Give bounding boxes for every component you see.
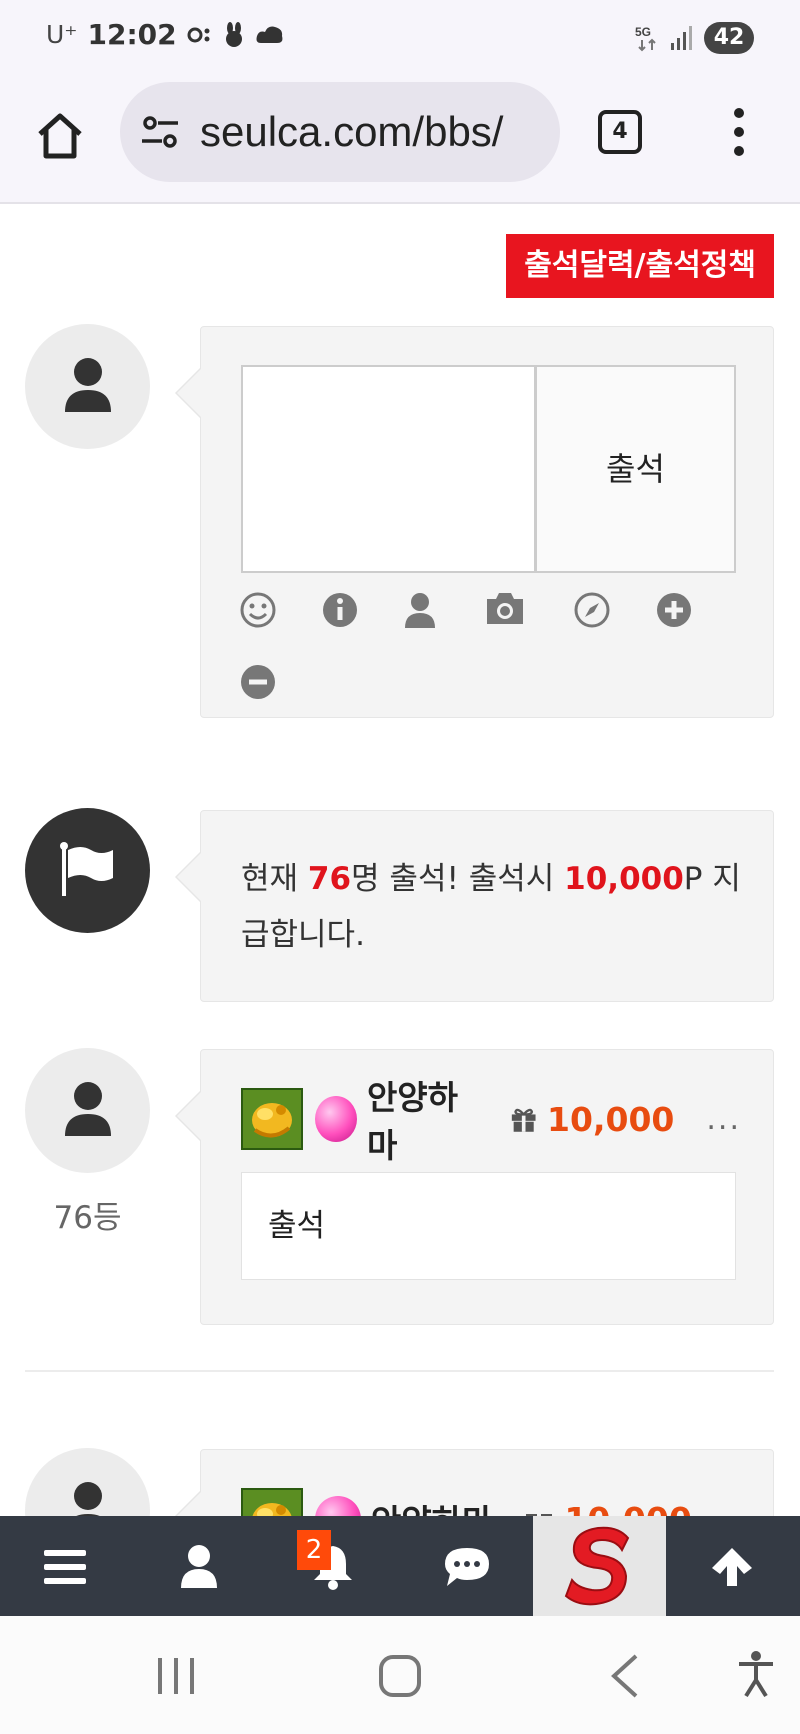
flag-icon xyxy=(60,842,113,896)
bottom-nav: 2 xyxy=(0,1516,800,1616)
user-icon xyxy=(65,358,111,412)
clock: 12:02 xyxy=(87,18,177,51)
notice-middle: 명 출석! 출석시 xyxy=(351,861,565,897)
recent-apps-icon[interactable] xyxy=(156,1656,196,1696)
svg-text:5G: 5G xyxy=(635,25,651,39)
entry-meta: 안양하마 10,000 ... xyxy=(241,1078,741,1165)
status-left: U⁺ 12:02 xyxy=(46,18,285,51)
more-options-icon[interactable] xyxy=(734,108,746,158)
network-5g-icon: 5G xyxy=(635,25,656,52)
tab-switcher-button[interactable]: 4 xyxy=(598,110,642,154)
camera-icon[interactable] xyxy=(483,589,527,627)
level-badge-icon xyxy=(241,1488,303,1516)
notice-prefix: 현재 xyxy=(241,861,308,897)
points-value: 10,000 xyxy=(547,1099,675,1139)
rank-label: 76등 xyxy=(53,1200,122,1236)
notice-avatar xyxy=(25,808,150,933)
site-settings-icon[interactable] xyxy=(140,112,180,152)
signal-icon xyxy=(671,26,692,50)
more-menu-button[interactable]: ... xyxy=(706,1102,741,1137)
entry-avatar xyxy=(25,1048,150,1173)
compass-icon[interactable] xyxy=(573,591,611,629)
gift-icon xyxy=(526,1514,553,1516)
username[interactable]: 안양하마 xyxy=(367,1071,478,1167)
username[interactable]: 안양하마 xyxy=(371,1495,492,1516)
user-icon xyxy=(74,1482,102,1516)
level-badge-icon xyxy=(241,1088,303,1150)
attendance-policy-button[interactable]: 출석달력/출석정책 xyxy=(506,234,774,298)
notice-text: 현재 76명 출석! 출석시 10,000P 지급합니다. xyxy=(241,851,761,963)
home-button[interactable] xyxy=(34,110,86,162)
notifications-button[interactable] xyxy=(266,1516,399,1616)
minus-circle-icon[interactable] xyxy=(239,663,277,701)
attend-submit-button[interactable]: 출석 xyxy=(535,365,736,573)
user-icon xyxy=(181,1545,217,1588)
comment-textarea[interactable] xyxy=(241,365,536,573)
status-right: 5G 42 xyxy=(634,22,754,54)
back-icon[interactable] xyxy=(610,1654,640,1698)
battery-indicator: 42 xyxy=(704,22,754,54)
avatar xyxy=(25,324,150,449)
notice-points: 10,000 xyxy=(564,861,684,897)
arrow-up-icon xyxy=(712,1548,752,1586)
system-nav-bar xyxy=(0,1616,800,1734)
divider xyxy=(25,1370,774,1372)
brand-logo[interactable] xyxy=(533,1516,666,1616)
points-value: 10,000 xyxy=(564,1500,691,1517)
chat-icon xyxy=(445,1548,489,1586)
url-text: seulca.com/bbs/ xyxy=(200,108,504,155)
menu-button[interactable] xyxy=(0,1516,133,1616)
brand-s-icon xyxy=(564,1526,630,1606)
smile-icon[interactable] xyxy=(239,591,277,629)
attendance-entry: 안양하마 10,000 ... 출석 xyxy=(175,1049,774,1325)
status-bar: U⁺ 12:02 5G 42 xyxy=(0,0,800,78)
home-nav-icon[interactable] xyxy=(378,1654,422,1698)
chat-button[interactable] xyxy=(399,1516,532,1616)
attendance-board: 출석달력/출석정책 출석 현재 76명 출석! 출석시 10,000P 지급합니… xyxy=(0,206,800,1516)
entry-meta: 안양하마 10,000 xyxy=(241,1488,741,1516)
url-field[interactable]: seulca.com/bbs/ xyxy=(120,82,560,182)
info-icon[interactable] xyxy=(321,591,359,629)
rabbit-icon xyxy=(225,21,242,47)
accessibility-icon[interactable] xyxy=(736,1650,776,1698)
browser-toolbar: seulca.com/bbs/ 4 xyxy=(0,78,800,204)
entry-avatar xyxy=(25,1448,150,1516)
profile-button[interactable] xyxy=(133,1516,266,1616)
comment-text: 출석 xyxy=(241,1172,736,1280)
carrier-label: U⁺ xyxy=(46,20,78,49)
cloud-icon xyxy=(256,26,283,43)
attendance-count: 76 xyxy=(307,861,352,897)
member-orb-icon xyxy=(315,1496,361,1516)
menu-icon xyxy=(44,1550,86,1584)
gift-icon xyxy=(511,1108,536,1132)
notification-badge: 2 xyxy=(297,1530,331,1570)
attendance-notice: 현재 76명 출석! 출석시 10,000P 지급합니다. xyxy=(175,810,774,1002)
home-icon xyxy=(38,113,82,159)
attendance-entry: 안양하마 10,000 xyxy=(175,1449,774,1516)
comment-composer: 출석 xyxy=(175,326,774,718)
scroll-top-button[interactable] xyxy=(666,1516,799,1616)
notification-icon xyxy=(187,27,210,42)
member-orb-icon xyxy=(315,1096,357,1142)
user-icon xyxy=(65,1082,111,1136)
user-icon[interactable] xyxy=(401,591,439,629)
plus-circle-icon[interactable] xyxy=(655,591,693,629)
